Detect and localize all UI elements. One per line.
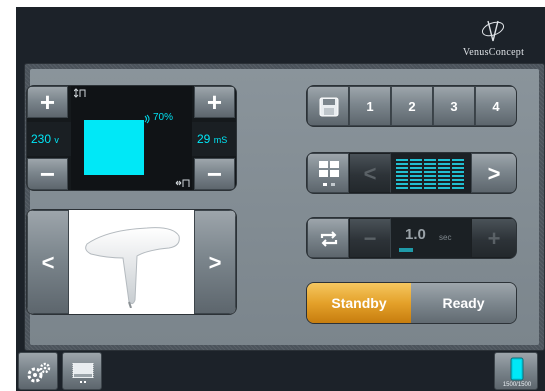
program-slot-2[interactable]: 2	[391, 86, 433, 126]
device-screen: VenusConcept	[16, 7, 545, 391]
layout-icon	[319, 161, 339, 186]
repeat-value: 1.0	[405, 226, 426, 243]
save-icon	[319, 97, 339, 117]
pattern-row: < >	[306, 152, 517, 194]
program-slot-1[interactable]: 1	[349, 86, 391, 126]
handpiece-prev-button[interactable]: <	[27, 210, 69, 314]
handpiece-next-button[interactable]: >	[194, 210, 236, 314]
pattern-prev-button[interactable]: <	[349, 153, 391, 193]
repeat-toggle-button[interactable]	[307, 218, 349, 258]
pulse-counter: 1500/1500	[494, 352, 538, 390]
layout-button[interactable]	[307, 153, 349, 193]
voltage-display: 230 v	[27, 122, 71, 156]
voltage-increase-button[interactable]: +	[27, 86, 68, 118]
program-slot-3[interactable]: 3	[433, 86, 475, 126]
handpiece-selector: < >	[26, 209, 237, 315]
duration-decrease-button[interactable]: −	[194, 158, 235, 190]
repeat-icon	[320, 231, 338, 247]
settings-icon	[27, 362, 51, 383]
display-icon	[72, 363, 94, 383]
duration-display: 29 mS	[192, 122, 236, 156]
brand-name: VenusConcept	[462, 47, 525, 58]
pulse-settings: + 230 v − 70% + 29 mS −	[26, 85, 237, 191]
repeat-display: 1.0 sec	[391, 218, 471, 258]
voltage-unit: v	[54, 135, 59, 145]
pattern-next-button[interactable]: >	[471, 153, 516, 193]
repeat-increase-button[interactable]: +	[471, 218, 516, 258]
pattern-grid-columns	[396, 157, 466, 189]
program-row: 1 2 3 4	[306, 85, 517, 127]
duration-value: 29	[197, 132, 211, 146]
signal-icon	[144, 114, 150, 124]
mode-switch: Standby Ready	[306, 282, 517, 324]
logo-icon	[481, 20, 505, 42]
standby-button[interactable]: Standby	[307, 283, 411, 323]
repeat-decrease-button[interactable]: −	[349, 218, 391, 258]
pulse-width-icon	[175, 179, 190, 187]
brand-logo: VenusConcept	[446, 15, 541, 63]
energy-percent: 70%	[153, 112, 174, 123]
repeat-progress-bar	[399, 248, 413, 252]
ready-button[interactable]: Ready	[411, 283, 516, 323]
pulse-graph: 70%	[71, 86, 192, 190]
repeat-unit: sec	[439, 233, 452, 242]
program-slot-4[interactable]: 4	[475, 86, 516, 126]
save-button[interactable]	[307, 86, 349, 126]
repeat-row: − 1.0 sec +	[306, 217, 517, 259]
battery-icon	[510, 357, 524, 381]
voltage-decrease-button[interactable]: −	[27, 158, 68, 190]
settings-button[interactable]	[18, 352, 58, 390]
duration-increase-button[interactable]: +	[194, 86, 235, 118]
pattern-display	[391, 153, 471, 193]
pulse-height-icon	[74, 88, 86, 98]
counter-text: 1500/1500	[502, 382, 532, 388]
display-button[interactable]	[62, 352, 102, 390]
voltage-value: 230	[31, 132, 52, 146]
handpiece-image	[85, 227, 180, 308]
duration-unit: mS	[213, 135, 228, 145]
pulse-shape	[84, 120, 144, 175]
